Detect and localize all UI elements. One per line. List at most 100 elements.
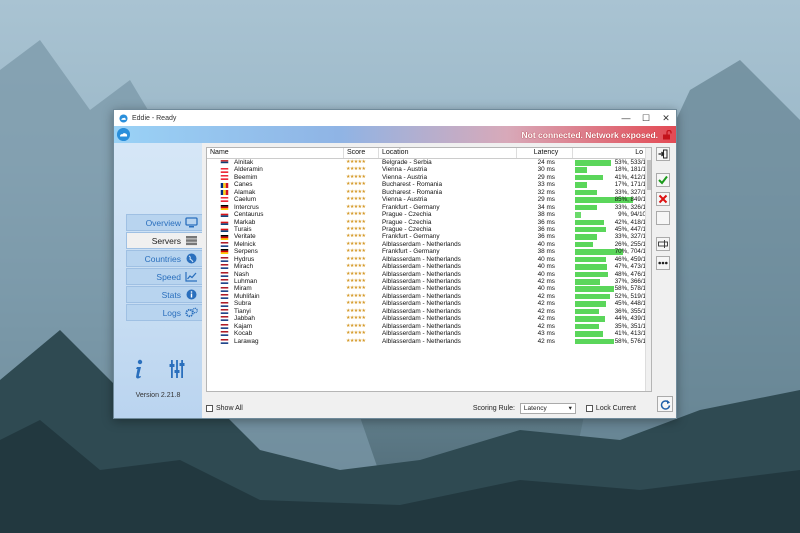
server-name: Nash	[234, 270, 249, 278]
score-stars-icon: ★★★★★	[346, 307, 366, 314]
nav-stats[interactable]: Stats	[126, 286, 202, 303]
title-bar: Eddie - Ready — ☐ ✕	[114, 110, 676, 126]
table-row[interactable]: Alderamin ★★★★★ Vienna - Austria 30 ms 1…	[207, 166, 651, 173]
score-cell: ★★★★★	[344, 204, 379, 211]
table-row[interactable]: Muhlifain ★★★★★ Alblasserdam - Netherlan…	[207, 293, 651, 300]
scrollbar-thumb[interactable]	[647, 160, 651, 190]
table-row[interactable]: Mirach ★★★★★ Alblasserdam - Netherlands …	[207, 263, 651, 270]
flag-icon	[220, 249, 229, 255]
table-row[interactable]: Veritate ★★★★★ Frankfurt - Germany 36 ms…	[207, 233, 651, 240]
connection-status-bar: Not connected. Network exposed.	[114, 126, 676, 143]
server-name-cell: Miram	[207, 285, 344, 292]
column-location[interactable]: Location	[379, 148, 517, 158]
nav-logs[interactable]: Logs	[126, 304, 202, 321]
load-cell: 26%, 255/1	[573, 241, 646, 248]
nav-overview[interactable]: Overview	[126, 214, 202, 231]
table-row[interactable]: Canes ★★★★★ Bucharest - Romania 33 ms 17…	[207, 181, 651, 188]
scoring-rule-select[interactable]: Latency ▾	[519, 402, 576, 414]
table-row[interactable]: Subra ★★★★★ Alblasserdam - Netherlands 4…	[207, 300, 651, 307]
load-cell: 47%, 473/1	[573, 263, 646, 270]
column-load[interactable]: Lo	[573, 148, 646, 158]
table-row[interactable]: Kocab ★★★★★ Alblasserdam - Netherlands 4…	[207, 330, 651, 337]
table-row[interactable]: Intercrus ★★★★★ Frankfurt - Germany 34 m…	[207, 204, 651, 211]
allowlist-button[interactable]	[656, 173, 670, 187]
more-button[interactable]	[656, 256, 670, 270]
nav-countries[interactable]: Countries	[126, 250, 202, 267]
close-button[interactable]: ✕	[656, 113, 676, 124]
location-cell: Frankfurt - Germany	[382, 203, 440, 211]
server-name: Serpens	[234, 248, 258, 256]
table-row[interactable]: Alnitak ★★★★★ Belgrade - Serbia 24 ms 53…	[207, 159, 651, 166]
location-cell: Bucharest - Romania	[382, 181, 443, 189]
table-row[interactable]: Turais ★★★★★ Prague - Czechia 36 ms 45%,…	[207, 226, 651, 233]
score-stars-icon: ★★★★★	[346, 159, 366, 166]
server-name: Beemim	[234, 173, 258, 181]
lock-current-checkbox[interactable]	[585, 404, 593, 412]
maximize-button[interactable]: ☐	[636, 113, 656, 124]
table-row[interactable]: Nash ★★★★★ Alblasserdam - Netherlands 40…	[207, 271, 651, 278]
latency-cell: 40 ms	[537, 270, 555, 278]
latency-cell: 42 ms	[537, 307, 555, 315]
table-row[interactable]: Alamak ★★★★★ Bucharest - Romania 32 ms 3…	[207, 189, 651, 196]
location-cell: Alblasserdam - Netherlands	[382, 322, 461, 330]
settings-icon[interactable]	[169, 359, 185, 379]
table-row[interactable]: Serpens ★★★★★ Frankfurt - Germany 38 ms …	[207, 248, 651, 255]
server-actions	[656, 147, 672, 275]
column-name[interactable]: Name	[207, 148, 344, 158]
connect-button[interactable]	[656, 147, 670, 161]
minimize-button[interactable]: —	[616, 113, 636, 123]
flag-icon	[220, 271, 229, 277]
load-text: 85%, 849/1	[614, 196, 646, 204]
score-cell: ★★★★★	[344, 278, 379, 285]
table-row[interactable]: Melnick ★★★★★ Alblasserdam - Netherlands…	[207, 241, 651, 248]
score-cell: ★★★★★	[344, 338, 379, 345]
unlocked-icon	[663, 129, 672, 139]
table-row[interactable]: Luhman ★★★★★ Alblasserdam - Netherlands …	[207, 278, 651, 285]
denylist-button[interactable]	[656, 192, 670, 206]
column-latency[interactable]: Latency	[517, 148, 573, 158]
server-name: Kocab	[234, 330, 253, 338]
server-name: Larawag	[234, 337, 259, 345]
score-stars-icon: ★★★★★	[346, 337, 366, 344]
location-cell: Alblasserdam - Netherlands	[382, 285, 461, 293]
about-icon[interactable]	[132, 359, 146, 379]
server-name: Alnitak	[234, 159, 254, 167]
load-cell: 36%, 355/1	[573, 308, 646, 315]
load-text: 35%, 351/1	[614, 322, 646, 330]
nav-speed[interactable]: Speed	[126, 268, 202, 285]
table-row[interactable]: Centaurus ★★★★★ Prague - Czechia 38 ms 9…	[207, 211, 651, 218]
latency-cell: 32 ms	[537, 188, 555, 196]
flag-icon	[220, 316, 229, 322]
server-name: Hydrus	[234, 255, 255, 263]
more-icon	[658, 261, 668, 265]
rename-button[interactable]	[656, 237, 670, 251]
load-cell: 42%, 418/1	[573, 219, 646, 226]
clear-list-button[interactable]	[656, 211, 670, 225]
refresh-button[interactable]	[657, 396, 673, 412]
table-scrollbar[interactable]	[645, 148, 651, 391]
cloud-menu-icon[interactable]	[117, 128, 130, 141]
flag-icon	[220, 160, 229, 166]
column-score[interactable]: Score	[344, 148, 379, 158]
table-row[interactable]: Hydrus ★★★★★ Alblasserdam - Netherlands …	[207, 256, 651, 263]
server-name-cell: Veritate	[207, 233, 344, 240]
nav-servers[interactable]: Servers	[126, 232, 202, 249]
server-name: Turais	[234, 225, 252, 233]
table-row[interactable]: Larawag ★★★★★ Alblasserdam - Netherlands…	[207, 338, 651, 345]
load-text: 52%, 519/1	[614, 292, 646, 300]
table-row[interactable]: Miram ★★★★★ Alblasserdam - Netherlands 4…	[207, 285, 651, 292]
table-row[interactable]: Markab ★★★★★ Prague - Czechia 36 ms 42%,…	[207, 219, 651, 226]
table-row[interactable]: Kajam ★★★★★ Alblasserdam - Netherlands 4…	[207, 323, 651, 330]
chart-icon	[185, 272, 197, 282]
servers-table: Name Score Location Latency Lo Alnitak ★…	[206, 147, 652, 392]
flag-icon	[220, 182, 229, 188]
show-all-checkbox[interactable]	[206, 404, 213, 412]
table-row[interactable]: Beemim ★★★★★ Vienna - Austria 29 ms 41%,…	[207, 174, 651, 181]
load-cell: 58%, 578/1	[573, 285, 646, 292]
table-row[interactable]: Caelum ★★★★★ Vienna - Austria 29 ms 85%,…	[207, 196, 651, 203]
table-row[interactable]: Jabbah ★★★★★ Alblasserdam - Netherlands …	[207, 315, 651, 322]
flag-icon	[220, 286, 229, 292]
table-row[interactable]: Tianyi ★★★★★ Alblasserdam - Netherlands …	[207, 308, 651, 315]
load-text: 41%, 412/1	[614, 173, 646, 181]
location-cell: Prague - Czechia	[382, 218, 432, 226]
